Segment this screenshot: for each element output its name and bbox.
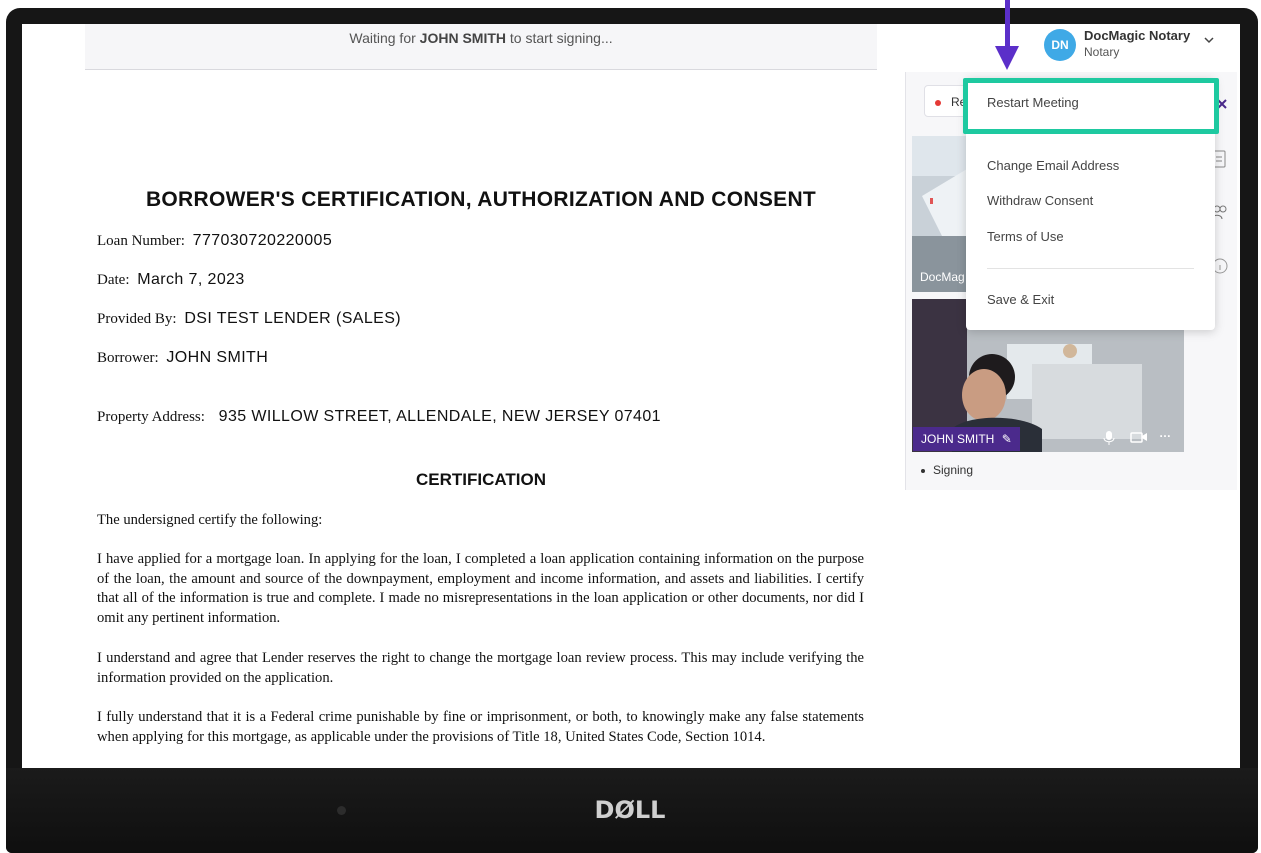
more-icon[interactable]: …: [1159, 426, 1171, 440]
laptop-brand-logo: DØLL: [594, 796, 666, 824]
participant-name-tag: DocMag: [920, 270, 965, 284]
chevron-down-icon[interactable]: [1203, 34, 1217, 48]
annotation-arrow-shaft: [1005, 0, 1010, 50]
paragraph: I fully understand that it is a Federal …: [97, 709, 864, 745]
field-property-address: Property Address: 935 WILLOW STREET, ALL…: [97, 408, 661, 426]
highlight-box: [963, 78, 1219, 134]
field-value: 935 WILLOW STREET, ALLENDALE, NEW JERSEY…: [218, 408, 661, 425]
field-label: Provided By:: [97, 311, 177, 327]
menu-divider: [987, 268, 1194, 269]
participant-status: Signing: [921, 463, 973, 477]
participant-name-tag: JOHN SMITH ✎: [913, 427, 1020, 451]
field-value: DSI TEST LENDER (SALES): [184, 310, 402, 327]
field-borrower: Borrower: JOHN SMITH: [97, 349, 268, 367]
status-prefix: Waiting for: [349, 30, 416, 46]
record-dot-icon: [935, 99, 941, 106]
paragraph: I understand and agree that Lender reser…: [97, 650, 864, 686]
participant-name: JOHN SMITH: [921, 432, 995, 446]
video-icon[interactable]: [1130, 430, 1148, 447]
mic-icon[interactable]: [1103, 430, 1115, 449]
field-loan-number: Loan Number: 777030720220005: [97, 232, 332, 250]
field-label: Borrower:: [97, 350, 159, 366]
webcam-dot: [337, 806, 346, 815]
menu-item-terms-of-use[interactable]: Terms of Use: [987, 229, 1064, 244]
menu-item-save-exit[interactable]: Save & Exit: [987, 292, 1054, 307]
paragraph: The undersigned certify the following:: [97, 512, 323, 528]
annotation-arrow-icon: [995, 46, 1019, 70]
participant-status-text: Signing: [933, 463, 974, 477]
bullet-icon: [921, 468, 925, 473]
field-value: 777030720220005: [192, 232, 333, 249]
field-provided-by: Provided By: DSI TEST LENDER (SALES): [97, 310, 401, 328]
status-name: JOHN SMITH: [419, 30, 506, 46]
user-role: Notary: [1084, 45, 1120, 59]
document-title: BORROWER'S CERTIFICATION, AUTHORIZATION …: [145, 188, 817, 211]
document-viewer[interactable]: Waiting for JOHN SMITH to start signing.…: [85, 24, 877, 768]
menu-item-change-email[interactable]: Change Email Address: [987, 158, 1119, 173]
section-heading: CERTIFICATION: [415, 470, 546, 489]
field-date: Date: March 7, 2023: [97, 271, 245, 289]
pencil-icon[interactable]: ✎: [1002, 432, 1012, 446]
document-page: BORROWER'S CERTIFICATION, AUTHORIZATION …: [85, 70, 877, 768]
waiting-status-bar: Waiting for JOHN SMITH to start signing.…: [85, 24, 877, 70]
field-value: JOHN SMITH: [166, 349, 269, 366]
field-label: Date:: [97, 272, 130, 288]
user-name[interactable]: DocMagic Notary: [1084, 28, 1190, 43]
paragraph: I have applied for a mortgage loan. In a…: [97, 551, 864, 626]
status-suffix: to start signing...: [509, 30, 613, 46]
field-value: March 7, 2023: [137, 271, 245, 288]
avatar[interactable]: DN: [1044, 29, 1076, 61]
menu-item-withdraw-consent[interactable]: Withdraw Consent: [987, 193, 1093, 208]
field-label: Loan Number:: [97, 233, 185, 249]
field-label: Property Address:: [97, 409, 205, 425]
